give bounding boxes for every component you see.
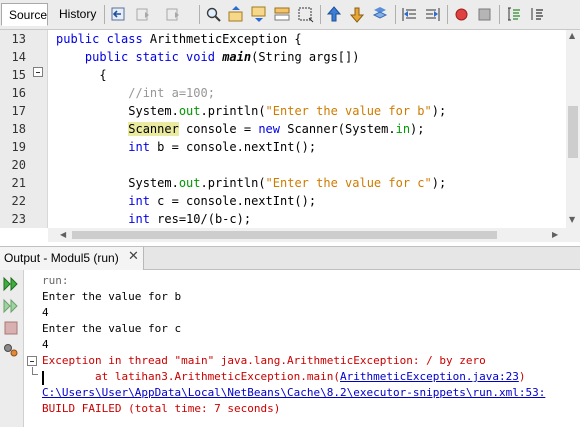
path-link[interactable]: C:\Users\User\AppData\Local\NetBeans\Cac… [42,385,545,401]
shift-left-icon[interactable] [401,6,418,23]
code-line: public static void main(String args[]) [84,50,360,64]
line-number: 13 [11,32,26,46]
toolbar-separator [499,5,500,24]
toolbar-separator [320,5,321,24]
line-number: 15 [11,68,26,82]
uncomment-icon[interactable] [528,6,545,23]
tab-source[interactable]: Source [1,3,48,26]
stop-macro-icon[interactable] [476,6,493,23]
find-previous-icon[interactable] [228,6,245,23]
settings-icon[interactable] [2,342,20,358]
horizontal-scrollbar[interactable]: ◀ ▶ [48,228,580,242]
stack-trace-prefix: at latihan3.ArithmeticException.main( [42,370,341,383]
path-link-text[interactable]: C:\Users\User\AppData\Local\NetBeans\Cac… [42,386,545,399]
line-number: 20 [11,158,26,172]
toolbar-separator [199,5,200,24]
code-line: public class ArithmeticException { [56,32,302,46]
toggle-rect-select-icon[interactable] [297,6,314,23]
vertical-scroll-thumb[interactable] [568,106,578,158]
line-number: 16 [11,86,26,100]
vertical-scrollbar[interactable]: ▲ ▼ [566,30,580,228]
code-line: { [56,68,107,82]
output-tab-title: Output - Modul5 (run) [4,251,119,265]
tab-history[interactable]: History [52,3,100,26]
start-macro-icon[interactable] [453,6,470,23]
shift-right-icon[interactable] [424,6,441,23]
text-caret [42,371,44,385]
next-bookmark-icon[interactable] [349,6,366,23]
code-line: System.out.println("Enter the value for … [56,104,447,118]
code-line: int c = console.nextInt(); [128,194,317,208]
line-number-gutter: 13 14 15 16 17 18 19 20 21 22 23 [0,30,48,228]
line-number: 21 [11,176,26,190]
code-line: int b = console.nextInt(); [128,140,317,154]
code-line: System.out.println("Enter the value for … [56,176,447,190]
console-line: Enter the value for c [42,322,182,335]
console-line: 4 [42,338,49,351]
fold-toggle-icon[interactable] [33,67,43,77]
line-number: 22 [11,194,26,208]
code-area[interactable]: public class ArithmeticException { publi… [48,30,566,228]
previous-bookmark-icon[interactable] [326,6,343,23]
toolbar-separator [104,5,105,24]
toolbar-separator [395,5,396,24]
rerun-icon[interactable] [2,276,20,292]
back-icon[interactable] [135,6,152,23]
code-line: Scanner console = new Scanner(System.in)… [128,122,425,136]
find-next-icon[interactable] [251,6,268,23]
stack-trace-link[interactable]: ArithmeticException.java:23 [340,370,519,383]
output-tab[interactable]: Output - Modul5 (run) ✕ [0,247,144,270]
build-status-line: BUILD FAILED (total time: 7 seconds) [42,402,281,415]
output-side-toolbar [0,270,24,427]
code-line: //int a=100; [128,86,215,100]
scroll-right-icon[interactable]: ▶ [552,231,558,239]
code-line: int res=10/(b-c); [128,212,252,226]
console-line: 4 [42,306,49,319]
last-edit-icon[interactable] [110,6,127,23]
horizontal-scroll-thumb[interactable] [72,231,497,239]
exception-line: Exception in thread "main" java.lang.Ari… [42,354,486,367]
scroll-up-icon[interactable]: ▲ [569,32,575,40]
console-line: Enter the value for b [42,290,182,303]
rerun-with-options-icon[interactable] [2,298,20,314]
comment-icon[interactable] [505,6,522,23]
scroll-left-icon[interactable]: ◀ [60,231,66,239]
stack-trace-suffix: ) [518,370,526,383]
scroll-down-icon[interactable]: ▼ [569,216,575,224]
find-icon[interactable] [205,6,222,23]
close-icon[interactable]: ✕ [128,249,139,264]
editor-toolbar: Source History [0,0,580,30]
console-line: run: [42,274,69,287]
line-number: 18 [11,122,26,136]
toolbar-separator [447,5,448,24]
stack-trace-line: at latihan3.ArithmeticException.main(Ari… [42,369,525,385]
fold-guide [32,367,38,375]
line-number: 19 [11,140,26,154]
line-number: 14 [11,50,26,64]
output-panel-header: Output - Modul5 (run) ✕ [0,246,580,270]
code-editor[interactable]: 13 14 15 16 17 18 19 20 21 22 23 public … [0,30,580,242]
toggle-bookmark-icon[interactable] [372,6,389,23]
fold-toggle-icon[interactable] [27,356,37,366]
line-number: 23 [11,212,26,226]
line-number: 17 [11,104,26,118]
toggle-highlight-icon[interactable] [274,6,291,23]
stop-icon[interactable] [2,320,20,336]
forward-icon[interactable] [165,6,182,23]
output-console[interactable]: run: Enter the value for b 4 Enter the v… [24,270,580,427]
